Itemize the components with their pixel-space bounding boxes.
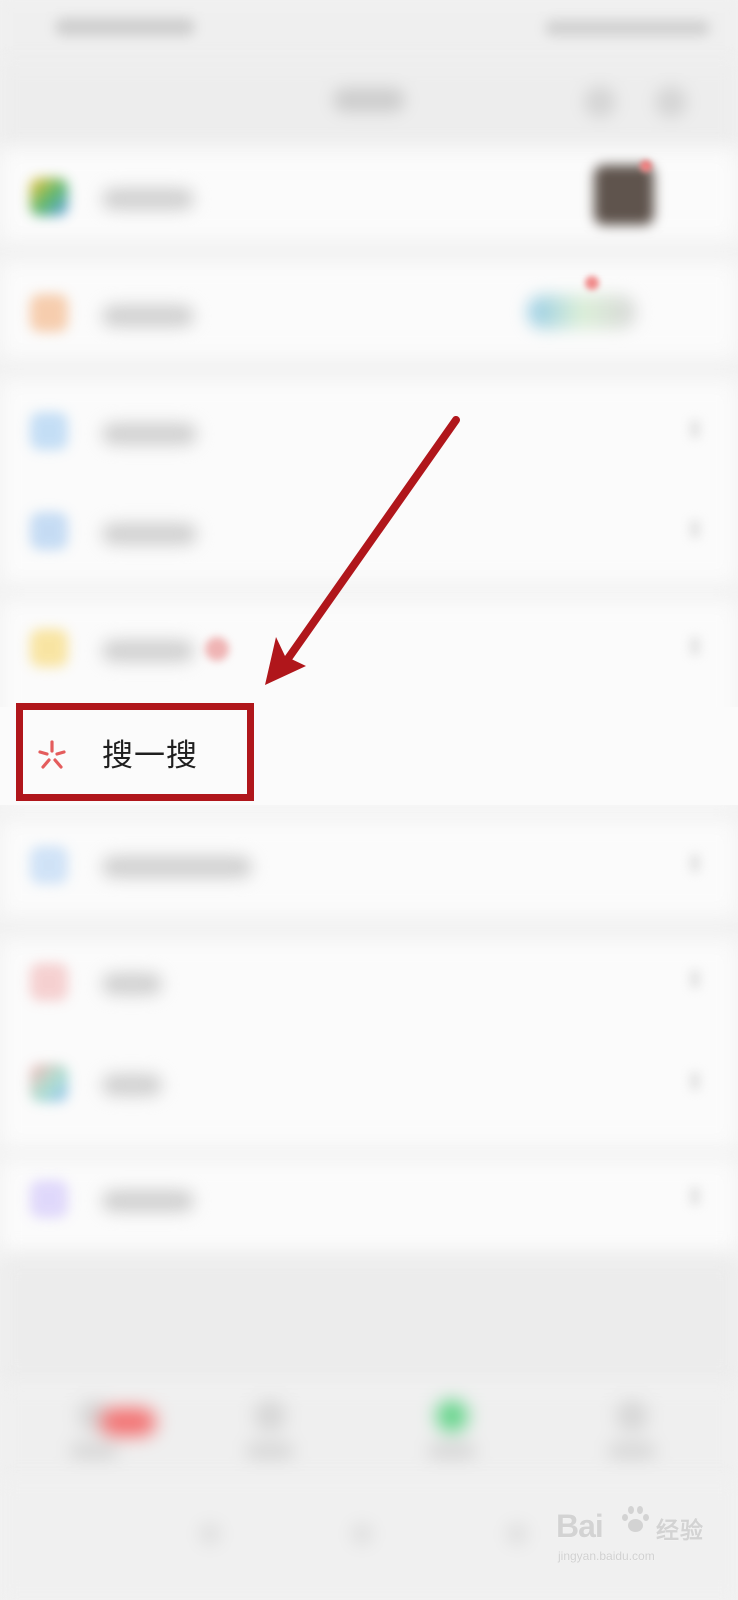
tab-icon — [436, 1400, 468, 1432]
system-back-icon[interactable] — [198, 1522, 222, 1546]
tab-icon — [254, 1400, 286, 1432]
watermark-sub-text: 经验 — [656, 1517, 704, 1543]
tab-placeholder[interactable] — [238, 1400, 302, 1470]
row-icon — [30, 512, 68, 550]
row-icon — [30, 1180, 68, 1218]
row-label-placeholder — [102, 305, 194, 327]
row-icon — [30, 178, 68, 216]
chevron-right-icon — [690, 420, 700, 438]
notification-dot — [640, 160, 652, 172]
status-pill — [528, 295, 636, 329]
tab-icon — [616, 1400, 648, 1432]
search-menu-label: 搜一搜 — [102, 738, 198, 774]
row-label-placeholder — [102, 1074, 162, 1096]
row-icon — [30, 294, 68, 332]
tab-label-placeholder — [608, 1444, 656, 1458]
tab-placeholder[interactable] — [420, 1400, 484, 1470]
badge-dot — [100, 1408, 156, 1436]
watermark-main-text: Bai — [556, 1508, 604, 1544]
search-spark-icon — [32, 736, 72, 776]
row-label-placeholder — [102, 188, 194, 210]
page-title-placeholder — [333, 88, 405, 112]
row-icon — [30, 629, 68, 667]
chevron-right-icon — [690, 1187, 700, 1205]
chevron-right-icon — [690, 970, 700, 988]
chevron-right-icon — [690, 1072, 700, 1090]
tab-label-placeholder — [70, 1444, 118, 1458]
notification-dot — [205, 637, 229, 661]
baidu-watermark: Bai 经验 jingyan.baidu.com — [556, 1506, 736, 1578]
baidu-paw-icon — [620, 1506, 650, 1536]
row-label-placeholder — [102, 640, 194, 662]
content-spacer — [0, 1256, 738, 1384]
row-icon — [30, 412, 68, 450]
tab-placeholder[interactable] — [600, 1400, 664, 1470]
status-bar-indicators-placeholder — [545, 20, 710, 36]
notification-dot — [585, 276, 599, 290]
screen: 搜一搜 Bai 经验 jingyan.baidu.com — [0, 0, 738, 1600]
row-icon — [30, 846, 68, 884]
row-label-placeholder — [102, 973, 162, 995]
list-section — [0, 940, 738, 1148]
chevron-right-icon — [690, 520, 700, 538]
chevron-right-icon — [690, 637, 700, 655]
system-recent-icon[interactable] — [505, 1522, 529, 1546]
tab-placeholder[interactable] — [62, 1400, 156, 1470]
search-menu-row[interactable]: 搜一搜 — [0, 707, 738, 805]
bottom-tab-bar — [0, 1384, 738, 1480]
tab-label-placeholder — [428, 1444, 476, 1458]
list-section — [0, 380, 738, 584]
tab-label-placeholder — [246, 1444, 294, 1458]
row-label-placeholder — [102, 523, 197, 545]
watermark-url: jingyan.baidu.com — [558, 1549, 655, 1563]
top-navigation-bar — [0, 62, 738, 148]
row-label-placeholder — [102, 1190, 194, 1212]
row-icon — [30, 1064, 68, 1102]
status-bar-time-placeholder — [55, 18, 195, 36]
system-home-icon[interactable] — [350, 1522, 374, 1546]
status-bar — [0, 0, 738, 62]
more-icon[interactable] — [655, 86, 687, 118]
row-label-placeholder — [102, 856, 252, 878]
row-label-placeholder — [102, 423, 197, 445]
search-icon[interactable] — [584, 86, 616, 118]
row-icon — [30, 963, 68, 1001]
thumbnail-image — [594, 165, 654, 225]
chevron-right-icon — [690, 854, 700, 872]
